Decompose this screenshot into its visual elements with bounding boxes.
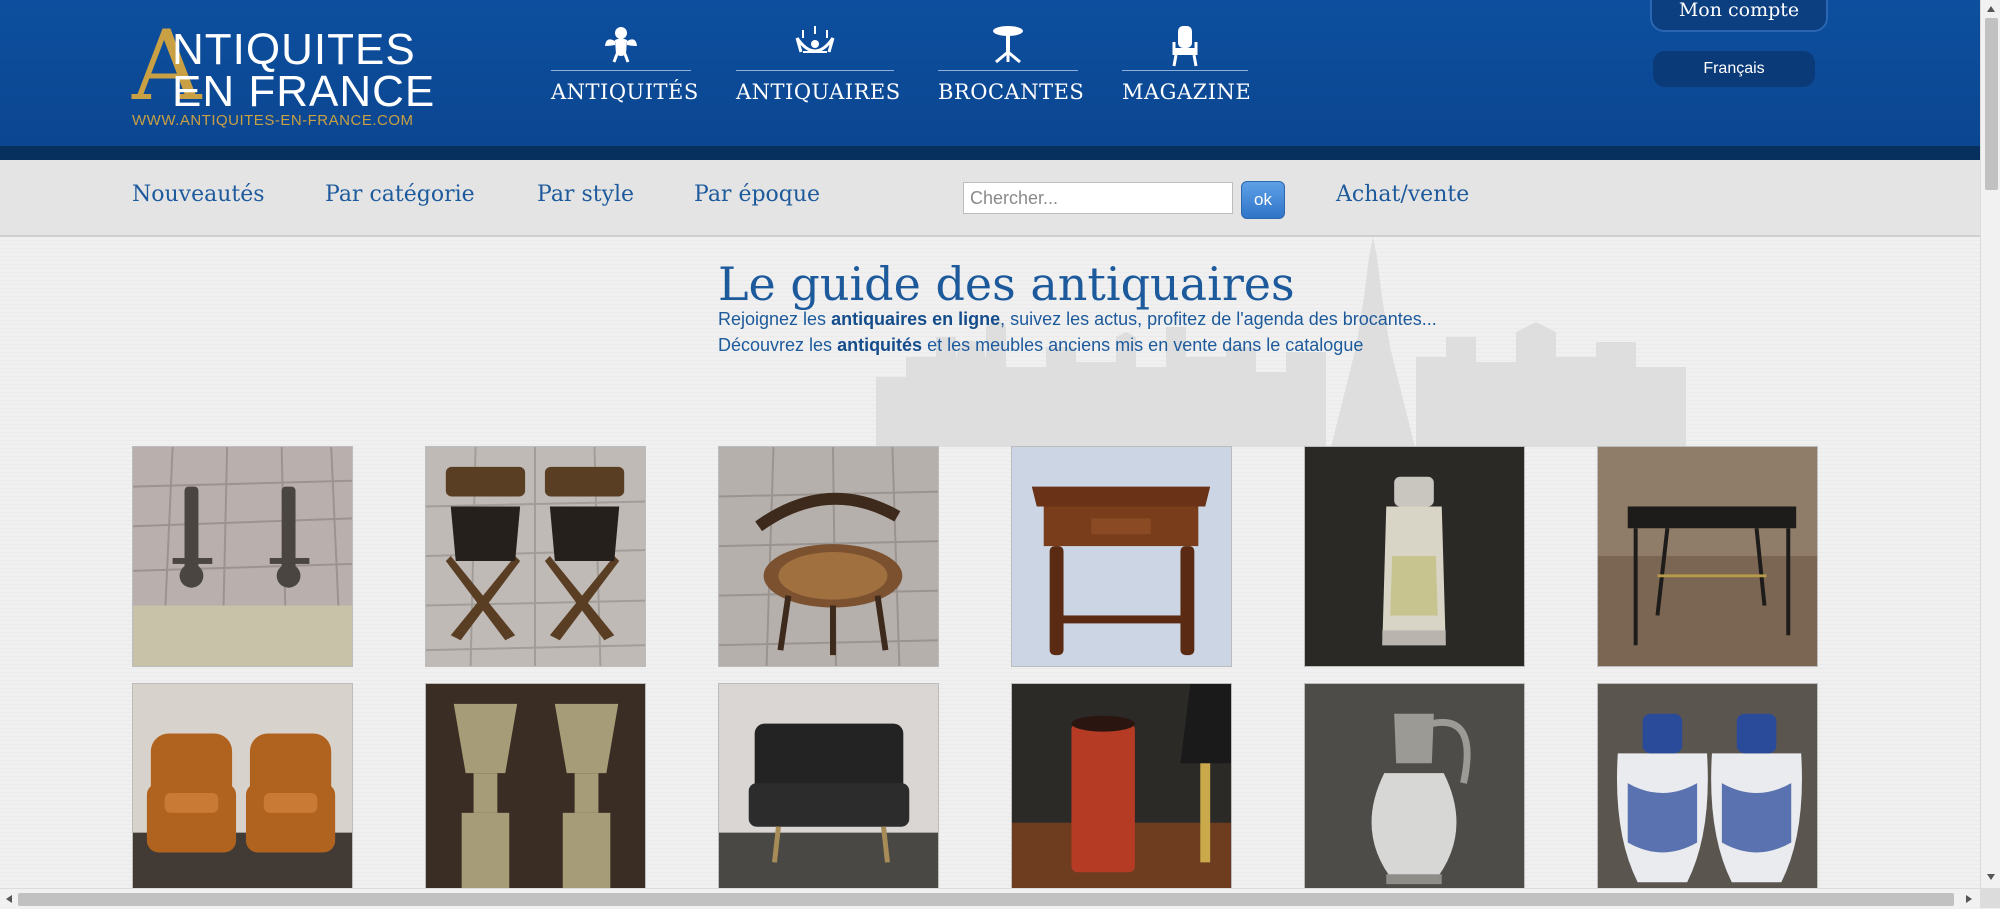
my-account-button[interactable]: Mon compte xyxy=(1650,0,1828,32)
search-ok-button[interactable]: ok xyxy=(1241,181,1285,219)
subnav-link-par-epoque[interactable]: Par époque xyxy=(694,182,820,207)
product-thumb-side-table[interactable] xyxy=(1011,446,1232,667)
product-thumb-medici-vases[interactable] xyxy=(425,683,646,888)
nav-label: BROCANTES xyxy=(938,80,1085,104)
product-thumb-leather-sofa[interactable] xyxy=(718,683,939,888)
link-antiquaires-en-ligne[interactable]: antiquaires en ligne xyxy=(831,309,1000,329)
product-thumb-console-desk[interactable] xyxy=(1597,446,1818,667)
subnav-link-achat-vente[interactable]: Achat/vente xyxy=(1336,182,1469,207)
horizontal-scroll-thumb[interactable] xyxy=(18,893,1954,906)
header-band xyxy=(0,146,1980,160)
nav-item-magazine[interactable]: MAGAZINE xyxy=(1122,24,1252,114)
nav-label: ANTIQUITÉS xyxy=(551,80,699,104)
intro-line-2: Découvrez les antiquités et les meubles … xyxy=(718,335,1364,355)
language-button[interactable]: Français xyxy=(1653,51,1815,87)
scroll-up-icon[interactable] xyxy=(1987,6,1995,12)
product-thumb-club-armchairs[interactable] xyxy=(132,683,353,888)
product-thumb-umbrella-stand[interactable] xyxy=(1011,683,1232,888)
product-thumb-andirons[interactable] xyxy=(132,446,353,667)
nav-item-brocantes[interactable]: BROCANTES xyxy=(938,24,1085,114)
armchair-icon xyxy=(1122,24,1248,68)
product-thumb-delft-jars[interactable] xyxy=(1597,683,1818,888)
vertical-scrollbar[interactable] xyxy=(1980,0,2000,888)
nav-label: ANTIQUAIRES xyxy=(736,80,901,104)
horizontal-scrollbar[interactable] xyxy=(0,888,1980,909)
link-antiquites[interactable]: antiquités xyxy=(837,335,922,355)
site-logo[interactable]: A NTIQUITES EN FRANCE WWW.ANTIQUITES-EN-… xyxy=(132,18,442,134)
intro-line-1: Rejoignez les antiquaires en ligne, suiv… xyxy=(718,309,1437,329)
logo-line-antiquites: NTIQUITES xyxy=(172,25,416,74)
scroll-down-icon[interactable] xyxy=(1987,874,1995,880)
vertical-scroll-thumb[interactable] xyxy=(1985,18,1998,190)
product-thumb-dagobert-chairs[interactable] xyxy=(425,446,646,667)
cherub-icon xyxy=(551,24,691,68)
product-thumb-crystal-ewer[interactable] xyxy=(1304,683,1525,888)
scroll-left-icon[interactable] xyxy=(6,895,12,903)
nav-item-antiquaires[interactable]: ANTIQUAIRES xyxy=(736,24,901,114)
subnav-link-par-categorie[interactable]: Par catégorie xyxy=(325,182,475,207)
scroll-right-icon[interactable] xyxy=(1966,895,1972,903)
subnav-link-par-style[interactable]: Par style xyxy=(537,182,634,207)
subnav-link-nouveautes[interactable]: Nouveautés xyxy=(132,182,265,207)
nav-label: MAGAZINE xyxy=(1122,80,1252,104)
logo-url: WWW.ANTIQUITES-EN-FRANCE.COM xyxy=(132,112,414,129)
product-thumb-silver-flask[interactable] xyxy=(1304,446,1525,667)
pedestal-table-icon xyxy=(938,24,1078,68)
nav-item-antiquites[interactable]: ANTIQUITÉS xyxy=(551,24,699,114)
main-content: Le guide des antiquaires Rejoignez les a… xyxy=(0,237,1980,888)
product-thumb-bentwood-chair[interactable] xyxy=(718,446,939,667)
chandelier-icon xyxy=(736,24,894,68)
site-header: A NTIQUITES EN FRANCE WWW.ANTIQUITES-EN-… xyxy=(0,0,1980,146)
sub-nav: Nouveautés Par catégorie Par style Par é… xyxy=(0,160,1980,237)
search-input[interactable] xyxy=(963,182,1233,214)
logo-line-en-france: EN FRANCE xyxy=(172,67,436,116)
scrollbar-corner xyxy=(1980,888,2000,908)
page-title: Le guide des antiquaires xyxy=(718,257,1295,311)
